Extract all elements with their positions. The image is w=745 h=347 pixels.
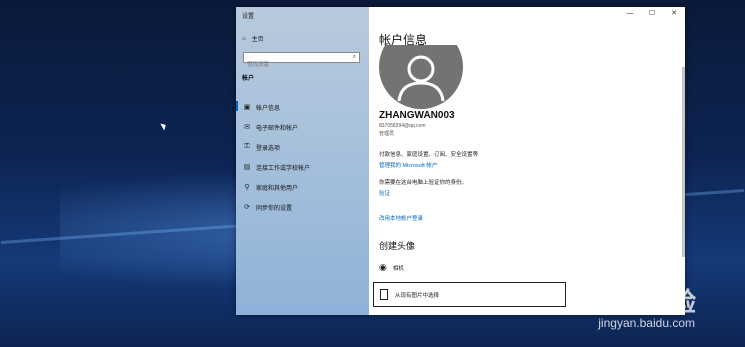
sidebar-item-label: 登录选项	[256, 145, 281, 152]
main-panel: — ☐ ✕ 帐户信息 ZHANGWAN003 837058394@qq.com …	[369, 7, 685, 315]
email-text: 837058394@qq.com	[379, 123, 426, 129]
person-add-icon: ⚲	[244, 184, 250, 191]
sidebar-item-label: 帐户信息	[256, 105, 281, 112]
sidebar-item-label: 电子邮件和帐户	[256, 125, 299, 132]
minimize-button[interactable]: —	[619, 7, 641, 21]
maximize-button[interactable]: ☐	[641, 7, 663, 21]
camera-icon: ◉	[379, 262, 387, 272]
manage-account-link[interactable]: 管理我的 Microsoft 帐户	[379, 161, 437, 169]
sync-icon: ⟳	[244, 204, 250, 211]
sidebar-item-signin[interactable]: ⚿ 登录选项	[236, 137, 369, 157]
avatar	[379, 45, 463, 109]
close-button[interactable]: ✕	[663, 7, 685, 21]
briefcase-icon: ▤	[243, 164, 251, 171]
settings-window: 设置 ⌂ 主页 ⌕ 帐户 ▣ 帐户信息 ✉ 电子邮件和帐户 ⚿ 登录选项 ▤	[236, 7, 685, 315]
verify-text: 你需要在这台电脑上验证你的身份。	[379, 180, 468, 186]
sidebar-item-label: 家庭和其他用户	[256, 185, 299, 192]
window-controls: — ☐ ✕	[619, 7, 685, 21]
scrollbar[interactable]	[682, 67, 685, 257]
person-icon	[397, 55, 445, 102]
sidebar-item-account-info[interactable]: ▣ 帐户信息	[236, 97, 369, 117]
sidebar-item-label: 同步你的设置	[256, 205, 293, 212]
verify-link[interactable]: 验证	[379, 189, 390, 197]
search-icon[interactable]: ⌕	[353, 54, 356, 61]
billing-text: 付款信息、家庭设置、订阅、安全设置等	[379, 152, 479, 158]
username: ZHANGWAN003	[379, 110, 455, 121]
search-box[interactable]: ⌕	[243, 52, 360, 70]
sidebar: 设置 ⌂ 主页 ⌕ 帐户 ▣ 帐户信息 ✉ 电子邮件和帐户 ⚿ 登录选项 ▤	[236, 7, 369, 315]
home-icon: ⌂	[242, 35, 246, 42]
role-text: 管理员	[379, 131, 395, 137]
watermark-url: jingyan.baidu.com	[598, 316, 695, 330]
sidebar-nav: ▣ 帐户信息 ✉ 电子邮件和帐户 ⚿ 登录选项 ▤ 连接工作或学校帐户 ⚲ 家庭…	[236, 97, 369, 217]
home-label: 主页	[251, 37, 264, 43]
sidebar-item-email[interactable]: ✉ 电子邮件和帐户	[236, 117, 369, 137]
search-input[interactable]	[244, 60, 347, 70]
section-label: 帐户	[242, 76, 255, 82]
mouse-cursor	[160, 121, 168, 131]
sidebar-item-label: 连接工作或学校帐户	[256, 165, 311, 172]
local-account-link[interactable]: 改用本地帐户登录	[379, 214, 423, 222]
picture-icon	[380, 289, 388, 300]
browse-label: 从现有图片中选择	[395, 292, 440, 299]
key-icon: ⚿	[244, 143, 250, 150]
mail-icon: ✉	[244, 124, 250, 131]
person-card-icon: ▣	[243, 104, 251, 111]
home-button[interactable]: ⌂ 主页	[242, 34, 264, 44]
camera-option[interactable]: ◉ 相机	[379, 262, 404, 273]
sidebar-item-family[interactable]: ⚲ 家庭和其他用户	[236, 177, 369, 197]
sidebar-item-work[interactable]: ▤ 连接工作或学校帐户	[236, 157, 369, 177]
camera-label: 相机	[392, 265, 404, 272]
browse-picture-option[interactable]: 从现有图片中选择	[373, 282, 566, 307]
window-title: 设置	[242, 14, 255, 20]
sidebar-item-sync[interactable]: ⟳ 同步你的设置	[236, 197, 369, 217]
create-avatar-heading: 创建头像	[379, 241, 416, 251]
watermark-logo: Bai 经验	[591, 287, 697, 317]
